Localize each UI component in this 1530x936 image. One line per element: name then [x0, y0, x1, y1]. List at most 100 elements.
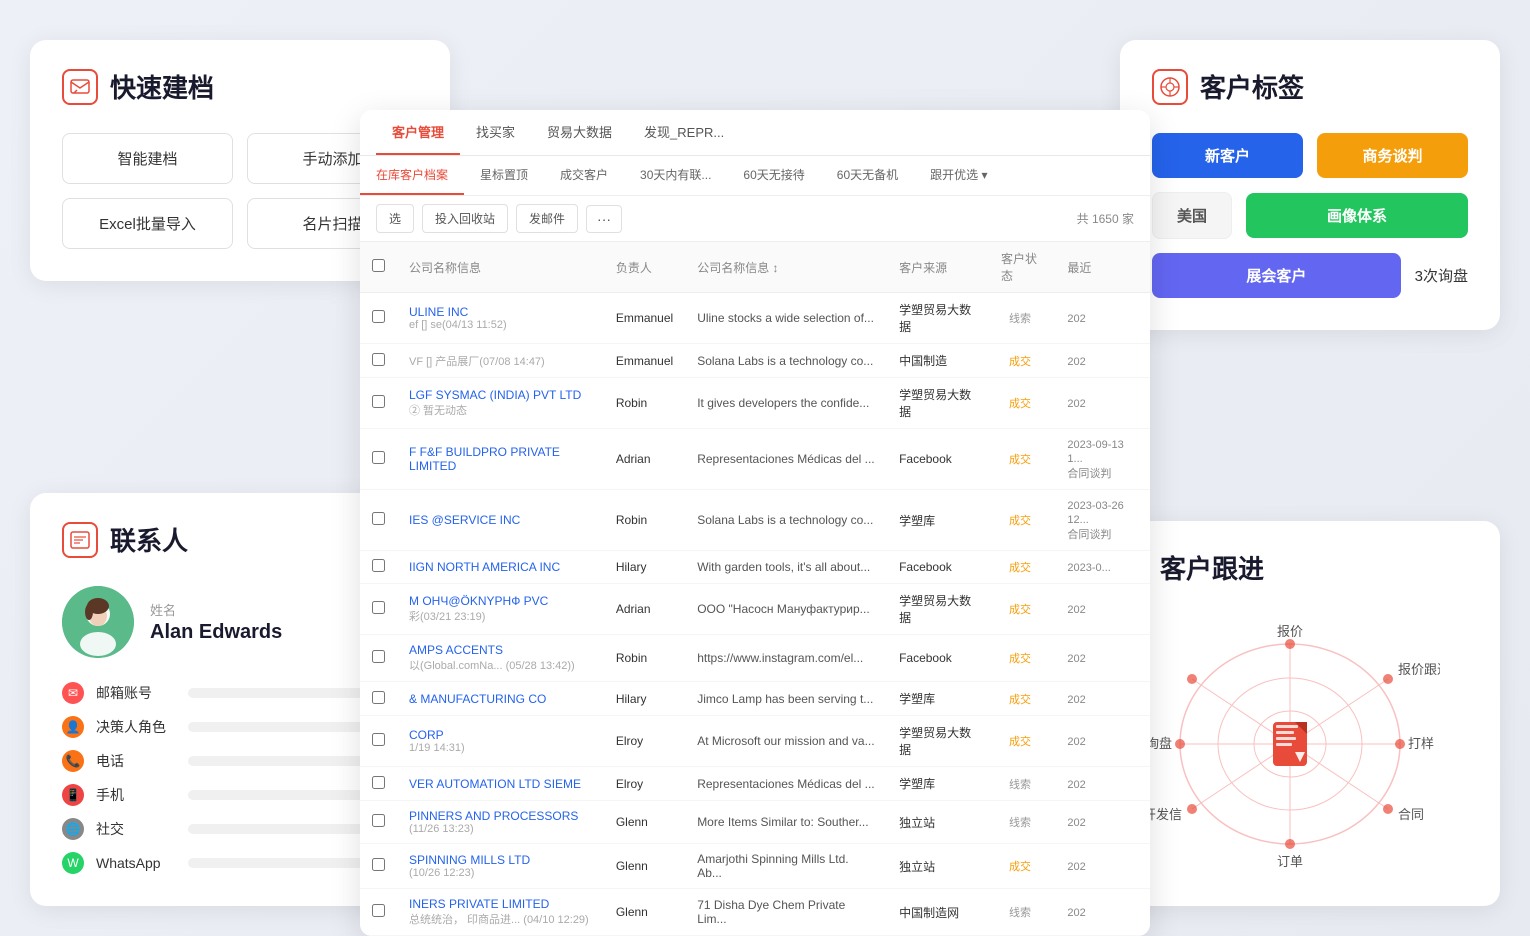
- company-name[interactable]: INERS PRIVATE LIMITED: [409, 897, 592, 911]
- company-desc: Representaciones Médicas del ...: [697, 777, 874, 791]
- company-name[interactable]: IIGN NORTH AMERICA INC: [409, 560, 592, 574]
- company-cell: AMPS ACCENTS 以(Global.comNa... (05/28 13…: [397, 635, 604, 682]
- status-cell: 成交: [989, 844, 1055, 889]
- tab-60days-no-backup[interactable]: 60天无备机: [821, 156, 914, 195]
- email-label: 邮箱账号: [96, 683, 176, 703]
- company-name[interactable]: AMPS ACCENTS: [409, 643, 592, 657]
- owner-name: Robin: [616, 651, 647, 665]
- owner-cell: Glenn: [604, 844, 685, 889]
- date-cell: 202: [1055, 889, 1150, 936]
- customer-source: 独立站: [899, 816, 935, 830]
- company-desc: Solana Labs is a technology co...: [697, 354, 873, 368]
- tag-inquiry-count: 3次询盘: [1415, 265, 1468, 286]
- status-badge: 成交: [1001, 602, 1039, 618]
- toolbar-recycle[interactable]: 投入回收站: [422, 204, 508, 233]
- company-name[interactable]: PINNERS AND PROCESSORS: [409, 809, 592, 823]
- owner-cell: Emmanuel: [604, 293, 685, 344]
- row-checkbox[interactable]: [372, 601, 385, 614]
- crm-toolbar: 选 投入回收站 发邮件 ··· 共 1650 家: [360, 196, 1150, 242]
- table-row: VER AUTOMATION LTD SIEME Elroy Represent…: [360, 767, 1150, 801]
- toolbar-select[interactable]: 选: [376, 204, 414, 233]
- owner-name: Hilary: [616, 560, 647, 574]
- status-badge: 成交: [1001, 651, 1039, 667]
- nav-trade-data[interactable]: 贸易大数据: [531, 110, 628, 155]
- role-value: [188, 722, 378, 732]
- social-label: 社交: [96, 819, 176, 839]
- owner-cell: Glenn: [604, 801, 685, 844]
- desc-cell: Amarjothi Spinning Mills Ltd. Ab...: [685, 844, 887, 889]
- status-cell: 成交: [989, 551, 1055, 584]
- tag-usa[interactable]: 美国: [1152, 192, 1232, 239]
- row-checkbox[interactable]: [372, 814, 385, 827]
- row-checkbox[interactable]: [372, 650, 385, 663]
- row-checkbox[interactable]: [372, 904, 385, 917]
- row-checkbox[interactable]: [372, 691, 385, 704]
- phone-value: [188, 756, 378, 766]
- source-cell: 学塑库: [887, 490, 989, 551]
- company-name[interactable]: ULINE INC: [409, 305, 592, 319]
- row-checkbox[interactable]: [372, 353, 385, 366]
- row-checkbox[interactable]: [372, 559, 385, 572]
- tab-starred[interactable]: 星标置顶: [464, 156, 544, 195]
- contact-name: Alan Edwards: [150, 621, 282, 644]
- source-cell: 中国制造: [887, 344, 989, 378]
- customer-source: 学塑库: [899, 692, 935, 706]
- company-name[interactable]: М ОНЧ@ÖKNYРНФ PVC: [409, 594, 592, 608]
- company-name[interactable]: LGF SYSMAC (INDIA) PVT LTD: [409, 388, 592, 402]
- btn-excel-import[interactable]: Excel批量导入: [62, 198, 233, 249]
- company-name[interactable]: & MANUFACTURING CO: [409, 692, 592, 706]
- row-checkbox[interactable]: [372, 310, 385, 323]
- toolbar-more[interactable]: ···: [586, 205, 622, 233]
- col-owner: 负责人: [604, 242, 685, 293]
- row-checkbox-cell: [360, 429, 397, 490]
- source-cell: 学塑贸易大数据: [887, 293, 989, 344]
- row-checkbox[interactable]: [372, 451, 385, 464]
- tag-business-negotiation[interactable]: 商务谈判: [1317, 133, 1468, 178]
- tag-new-customer[interactable]: 新客户: [1152, 133, 1303, 178]
- owner-cell: Hilary: [604, 551, 685, 584]
- tab-follow-preferred[interactable]: 跟开优选 ▾: [914, 156, 1003, 195]
- svg-text:打样: 打样: [1408, 736, 1434, 751]
- company-name[interactable]: F F&F BUILDPRO PRIVATE LIMITED: [409, 445, 592, 473]
- tab-closed[interactable]: 成交客户: [544, 156, 624, 195]
- tag-portrait-system[interactable]: 画像体系: [1246, 193, 1468, 238]
- tab-all-customers[interactable]: 在库客户档案: [360, 156, 464, 195]
- date-cell: 2023-0...: [1055, 551, 1150, 584]
- select-all-checkbox[interactable]: [372, 259, 385, 272]
- nav-customer-mgmt[interactable]: 客户管理: [376, 110, 460, 155]
- nav-find-buyer[interactable]: 找买家: [460, 110, 531, 155]
- email-value: [188, 688, 378, 698]
- row-checkbox[interactable]: [372, 512, 385, 525]
- tab-30days[interactable]: 30天内有联...: [624, 156, 727, 195]
- company-name[interactable]: IES @SERVICE INC: [409, 513, 592, 527]
- company-name[interactable]: VER AUTOMATION LTD SIEME: [409, 777, 592, 791]
- date-cell: 2023-09-13 1... 合同谈判: [1055, 429, 1150, 490]
- company-desc: It gives developers the confide...: [697, 396, 869, 410]
- status-cell: 成交: [989, 429, 1055, 490]
- customer-source: 中国制造网: [899, 906, 959, 920]
- company-name[interactable]: SPINNING MILLS LTD: [409, 853, 592, 867]
- table-row: AMPS ACCENTS 以(Global.comNa... (05/28 13…: [360, 635, 1150, 682]
- row-checkbox[interactable]: [372, 395, 385, 408]
- btn-smart-archive[interactable]: 智能建档: [62, 133, 233, 184]
- date-value: 2023-09-13 1...: [1067, 439, 1123, 465]
- company-sub: 总统统治， 印商品进... (04/10 12:29): [409, 911, 592, 927]
- date-cell: 2023-03-26 12... 合同谈判: [1055, 490, 1150, 551]
- company-sub: ② 暂无动态: [409, 402, 592, 418]
- row-checkbox-cell: [360, 635, 397, 682]
- radar-container: 报价 报价跟进 打样 合同 订单 开发信 询盘: [1140, 614, 1440, 874]
- status-badge: 线索: [1001, 905, 1039, 921]
- tab-60days-no-contact[interactable]: 60天无接待: [727, 156, 820, 195]
- row-checkbox[interactable]: [372, 733, 385, 746]
- toolbar-email[interactable]: 发邮件: [516, 204, 578, 233]
- contact-title: 联系人: [110, 521, 188, 558]
- row-checkbox[interactable]: [372, 776, 385, 789]
- row-checkbox[interactable]: [372, 858, 385, 871]
- company-name[interactable]: CORP: [409, 728, 592, 742]
- owner-name: Robin: [616, 396, 647, 410]
- desc-cell: Uline stocks a wide selection of...: [685, 293, 887, 344]
- tag-exhibition-customer[interactable]: 展会客户: [1152, 253, 1401, 298]
- owner-cell: Elroy: [604, 767, 685, 801]
- nav-discover[interactable]: 发现_REPR...: [628, 110, 740, 155]
- owner-name: Adrian: [616, 452, 651, 466]
